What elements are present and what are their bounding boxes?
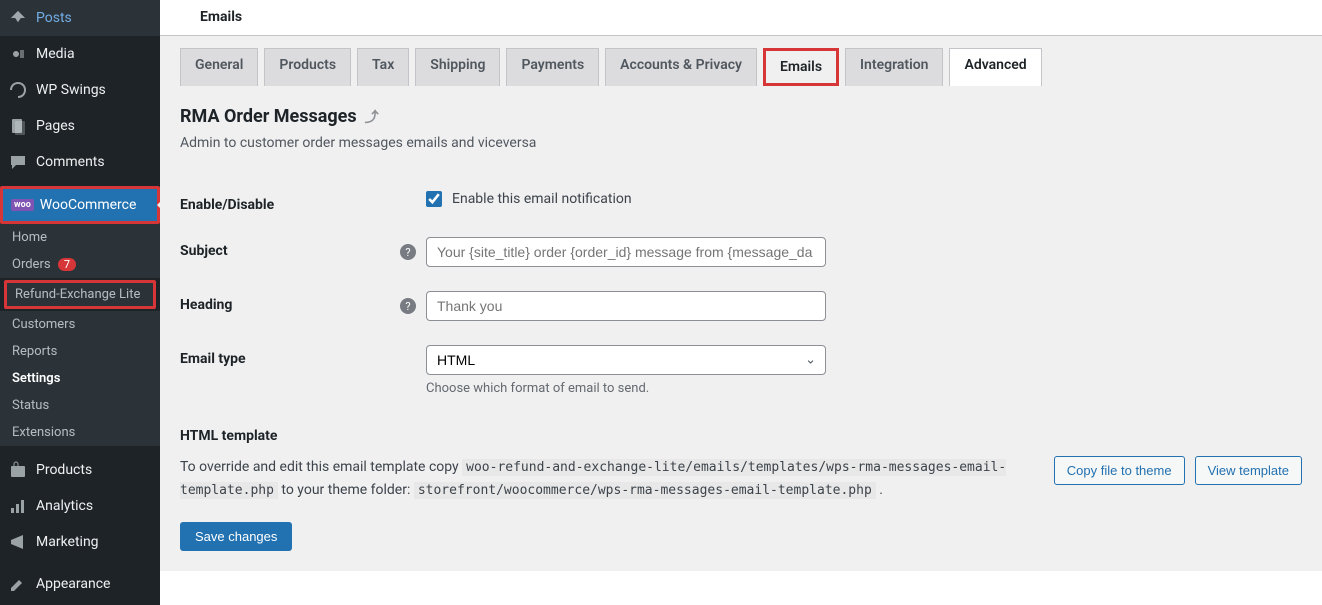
tab-tax[interactable]: Tax: [357, 48, 409, 86]
swings-icon: [8, 80, 28, 100]
template-description: To override and edit this email template…: [180, 456, 1034, 502]
active-indicator-icon: [157, 197, 160, 213]
admin-sidebar: Posts Media WP Swings Pages Comments woo…: [0, 0, 160, 605]
submenu-label: Orders: [12, 257, 51, 272]
comment-icon: [8, 152, 28, 172]
copy-file-button[interactable]: Copy file to theme: [1054, 456, 1185, 485]
submenu-refund-exchange[interactable]: Refund-Exchange Lite: [4, 280, 156, 309]
pages-icon: [8, 116, 28, 136]
subject-input[interactable]: [426, 237, 826, 267]
main-content: Emails General Products Tax Shipping Pay…: [160, 0, 1322, 605]
enable-checkbox-label: Enable this email notification: [452, 191, 632, 207]
marketing-icon: [8, 532, 28, 552]
menu-label: Comments: [36, 154, 105, 170]
submenu-orders[interactable]: Orders 7: [0, 251, 160, 278]
submenu-settings[interactable]: Settings: [0, 365, 160, 392]
tab-products[interactable]: Products: [264, 48, 351, 86]
settings-tabs: General Products Tax Shipping Payments A…: [180, 36, 1302, 86]
submenu-extensions[interactable]: Extensions: [0, 419, 160, 446]
section-title: RMA Order Messages ⤴: [180, 106, 1302, 127]
menu-comments[interactable]: Comments: [0, 144, 160, 180]
menu-label: Marketing: [36, 534, 99, 550]
menu-label: Posts: [36, 10, 72, 26]
enable-label: Enable/Disable: [180, 191, 400, 213]
menu-media[interactable]: Media: [0, 36, 160, 72]
woo-icon: woo: [11, 199, 34, 211]
menu-label: Appearance: [36, 576, 110, 592]
view-template-button[interactable]: View template: [1195, 456, 1302, 485]
heading-label: Heading: [180, 291, 400, 313]
menu-label: WP Swings: [36, 82, 106, 98]
section-title-text: RMA Order Messages: [180, 106, 357, 127]
menu-label: Media: [36, 46, 75, 62]
analytics-icon: [8, 496, 28, 516]
menu-label: Products: [36, 462, 92, 478]
tab-shipping[interactable]: Shipping: [415, 48, 500, 86]
help-icon[interactable]: ?: [400, 244, 416, 260]
subject-label: Subject: [180, 237, 400, 259]
save-changes-button[interactable]: Save changes: [180, 522, 292, 551]
template-dest-path: storefront/woocommerce/wps-rma-messages-…: [414, 482, 876, 499]
help-icon[interactable]: ?: [400, 298, 416, 314]
pin-icon: [8, 8, 28, 28]
tab-advanced[interactable]: Advanced: [949, 48, 1041, 86]
email-settings-form: Enable/Disable Enable this email notific…: [180, 179, 1302, 408]
submenu-customers[interactable]: Customers: [0, 311, 160, 338]
tab-integration[interactable]: Integration: [845, 48, 943, 86]
tab-general[interactable]: General: [180, 48, 258, 86]
page-title: Emails: [200, 9, 1302, 25]
tab-payments[interactable]: Payments: [506, 48, 599, 86]
template-header: HTML template: [180, 428, 1302, 444]
appearance-icon: [8, 574, 28, 594]
submenu-status[interactable]: Status: [0, 392, 160, 419]
products-icon: [8, 460, 28, 480]
menu-pages[interactable]: Pages: [0, 108, 160, 144]
menu-posts[interactable]: Posts: [0, 0, 160, 36]
orders-count-badge: 7: [58, 258, 76, 271]
menu-woocommerce[interactable]: woo WooCommerce: [0, 186, 160, 224]
menu-label: Analytics: [36, 498, 93, 514]
menu-appearance[interactable]: Appearance: [0, 566, 160, 602]
section-description: Admin to customer order messages emails …: [180, 135, 1302, 151]
page-header: Emails: [160, 0, 1322, 36]
tab-emails[interactable]: Emails: [763, 48, 839, 86]
menu-label: Pages: [36, 118, 75, 134]
menu-marketing[interactable]: Marketing: [0, 524, 160, 560]
menu-wpswings[interactable]: WP Swings: [0, 72, 160, 108]
enable-checkbox[interactable]: [426, 191, 442, 207]
email-type-select[interactable]: HTML: [426, 345, 826, 375]
email-type-description: Choose which format of email to send.: [426, 381, 826, 396]
email-type-label: Email type: [180, 345, 400, 367]
menu-products[interactable]: Products: [0, 452, 160, 488]
heading-input[interactable]: [426, 291, 826, 321]
menu-label: WooCommerce: [40, 197, 137, 213]
back-arrow-icon[interactable]: ⤴: [365, 107, 379, 127]
tab-accounts-privacy[interactable]: Accounts & Privacy: [605, 48, 757, 86]
submenu-home[interactable]: Home: [0, 224, 160, 251]
menu-analytics[interactable]: Analytics: [0, 488, 160, 524]
submenu-reports[interactable]: Reports: [0, 338, 160, 365]
media-icon: [8, 44, 28, 64]
